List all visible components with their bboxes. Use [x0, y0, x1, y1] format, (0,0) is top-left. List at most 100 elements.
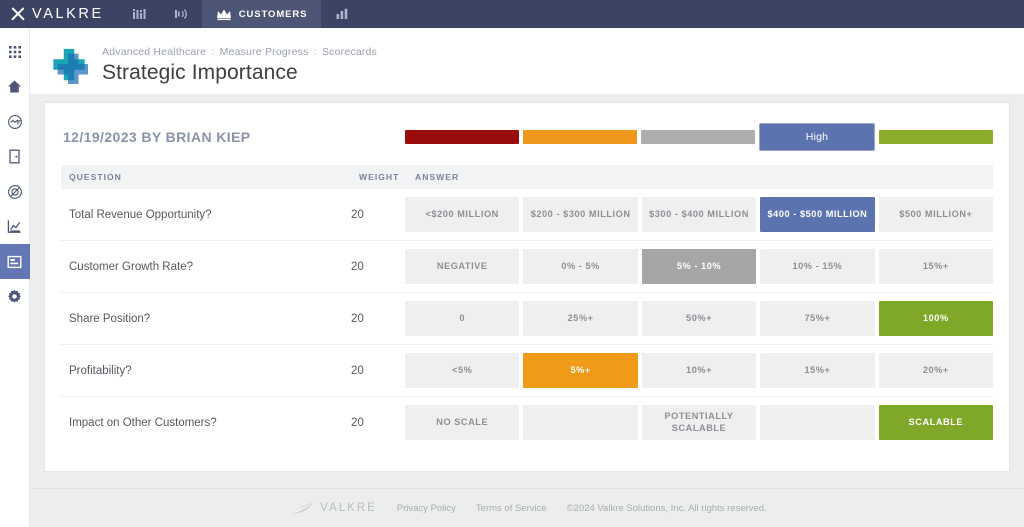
sidebar-item-relationships[interactable]	[0, 104, 30, 139]
column-header-weight: WEIGHT	[351, 165, 405, 189]
door-icon	[9, 149, 20, 164]
sidebar-item-home[interactable]	[0, 69, 30, 104]
top-navigation-bar: VALKRE CUSTOMERS	[0, 0, 1024, 28]
table-row: Customer Growth Rate? 20 NEGATIVE 0% - 5% 5%…	[61, 241, 994, 293]
question-label: Customer Growth Rate?	[69, 260, 193, 273]
crown-icon	[216, 9, 231, 20]
legend-segment-3-selected[interactable]: High	[759, 123, 875, 151]
nav-item-signal[interactable]	[160, 0, 202, 28]
answer-options-cell: <5% 5%+ 10%+ 15%+ 20%+	[405, 345, 994, 397]
question-label: Profitability?	[69, 364, 132, 377]
x-logo-icon	[10, 7, 25, 22]
footer-logo[interactable]: VALKRE	[287, 501, 377, 516]
answer-option-selected[interactable]: $400 - $500 MILLION	[760, 197, 875, 232]
legend-segment-1[interactable]	[523, 130, 637, 144]
weight-value: 20	[351, 208, 364, 221]
scorecard-icon	[7, 255, 22, 268]
answer-option[interactable]: <$200 MILLION	[405, 197, 520, 232]
answer-option[interactable]: 10% - 15%	[760, 249, 875, 284]
valkre-brand-logo[interactable]: VALKRE	[0, 0, 118, 28]
breadcrumb-separator: :	[211, 46, 215, 58]
column-header-answer: ANSWER	[405, 165, 993, 189]
answer-option-group: <$200 MILLION $200 - $300 MILLION $300 - $…	[405, 189, 994, 240]
legend-segment-4[interactable]	[879, 130, 993, 144]
answer-option[interactable]: 15%+	[760, 353, 875, 388]
answer-option-selected[interactable]: 5% - 10%	[641, 249, 757, 284]
scorecard-table: QUESTION WEIGHT ANSWER Total Revenue Opp…	[61, 165, 994, 449]
breadcrumb-item-2[interactable]: Scorecards	[322, 46, 377, 58]
sidebar-item-apps[interactable]	[0, 34, 30, 69]
answer-option[interactable]: 0% - 5%	[523, 249, 638, 284]
answer-option[interactable]: NEGATIVE	[405, 249, 520, 284]
target-compass-icon	[7, 184, 22, 199]
answer-option[interactable]: 15%+	[878, 249, 994, 284]
bar-chart-icon	[336, 8, 348, 19]
nav-item-columns[interactable]	[118, 0, 160, 28]
page-title: Strategic Importance	[102, 61, 298, 84]
content-area: 12/19/2023 BY BRIAN KIEP High QUESTION W…	[30, 94, 1024, 527]
answer-option[interactable]: 75%+	[760, 301, 875, 336]
brand-name: VALKRE	[32, 6, 104, 22]
answer-option-group: NEGATIVE 0% - 5% 5% - 10% 10% - 15% 15%+	[405, 241, 994, 292]
sidebar-item-settings[interactable]	[0, 279, 30, 314]
legend-segment-0[interactable]	[405, 130, 519, 144]
footer-copyright: ©2024 Valkre Solutions, Inc. All rights …	[566, 502, 767, 514]
legend-selected-label: High	[805, 131, 829, 143]
answer-option[interactable]: 0	[405, 301, 520, 336]
answer-option-group: 0 25%+ 50%+ 75%+ 100%	[405, 293, 994, 344]
sidebar-item-analysis[interactable]	[0, 209, 30, 244]
footer-terms-link[interactable]: Terms of Service	[476, 503, 547, 514]
page-container: Advanced Healthcare : Measure Progress :…	[30, 28, 1024, 527]
nav-item-reports[interactable]	[321, 0, 363, 28]
legend-segment-2[interactable]	[641, 130, 755, 144]
sidebar-item-door[interactable]	[0, 139, 30, 174]
home-icon	[8, 80, 21, 93]
medical-cross-logo	[53, 48, 88, 84]
sidebar-item-scorecards[interactable]	[0, 244, 30, 279]
answer-option-group: NO SCALE POTENTIALLY SCALABLE SCALABLE	[405, 397, 994, 448]
left-sidebar-rail	[0, 28, 30, 527]
handshake-icon	[7, 114, 22, 129]
nav-item-customers[interactable]: CUSTOMERS	[201, 0, 322, 28]
answer-options-cell: NEGATIVE 0% - 5% 5% - 10% 10% - 15% 15%+	[405, 241, 994, 293]
answer-options-cell: 0 25%+ 50%+ 75%+ 100%	[405, 293, 994, 345]
answer-option[interactable]: $200 - $300 MILLION	[523, 197, 638, 232]
weight-value: 20	[351, 416, 364, 429]
footer-brand-name: VALKRE	[320, 502, 377, 514]
scorecard-byline: 12/19/2023 BY BRIAN KIEP	[63, 129, 251, 145]
score-legend: High	[405, 109, 993, 165]
answer-option	[760, 405, 875, 440]
answer-option[interactable]: 50%+	[641, 301, 757, 336]
breadcrumb-item-1[interactable]: Measure Progress	[220, 46, 309, 58]
sidebar-item-target[interactable]	[0, 174, 30, 209]
answer-option[interactable]: <5%	[405, 353, 520, 388]
bar-columns-icon	[132, 9, 146, 19]
answer-option[interactable]: 25%+	[523, 301, 638, 336]
page-header: Advanced Healthcare : Measure Progress :…	[30, 28, 1024, 94]
breadcrumb-separator: :	[313, 46, 317, 58]
apps-grid-icon	[8, 45, 21, 58]
breadcrumb-item-0[interactable]: Advanced Healthcare	[102, 46, 206, 58]
table-row: Impact on Other Customers? 20 NO SCALE POTE…	[61, 397, 994, 449]
answer-option[interactable]: 20%+	[878, 353, 994, 388]
question-label: Share Position?	[69, 312, 151, 325]
weight-value: 20	[351, 364, 364, 377]
answer-option[interactable]: NO SCALE	[405, 405, 520, 440]
table-body: Total Revenue Opportunity? 20 <$200 MILLIO…	[61, 189, 994, 449]
answer-options-cell: NO SCALE POTENTIALLY SCALABLE SCALABLE	[405, 397, 994, 449]
scorecard-header-strip: 12/19/2023 BY BRIAN KIEP High	[61, 103, 993, 165]
answer-option[interactable]: $500 MILLION+	[878, 197, 994, 232]
answer-option[interactable]: $300 - $400 MILLION	[641, 197, 757, 232]
question-label: Impact on Other Customers?	[69, 416, 217, 429]
answer-option-selected[interactable]: SCALABLE	[878, 405, 994, 440]
answer-option[interactable]: POTENTIALLY SCALABLE	[641, 405, 757, 440]
weight-value: 20	[351, 312, 364, 325]
answer-option[interactable]: 10%+	[641, 353, 757, 388]
answer-option-selected[interactable]: 5%+	[523, 353, 638, 388]
gear-icon	[8, 289, 21, 303]
footer-privacy-link[interactable]: Privacy Policy	[397, 503, 456, 514]
chart-analysis-icon	[7, 220, 21, 233]
answer-option-selected[interactable]: 100%	[878, 301, 994, 336]
answer-option-group: <5% 5%+ 10%+ 15%+ 20%+	[405, 345, 994, 396]
table-row: Profitability? 20 <5% 5%+ 10%+ 15%+ 20%+	[61, 345, 994, 397]
